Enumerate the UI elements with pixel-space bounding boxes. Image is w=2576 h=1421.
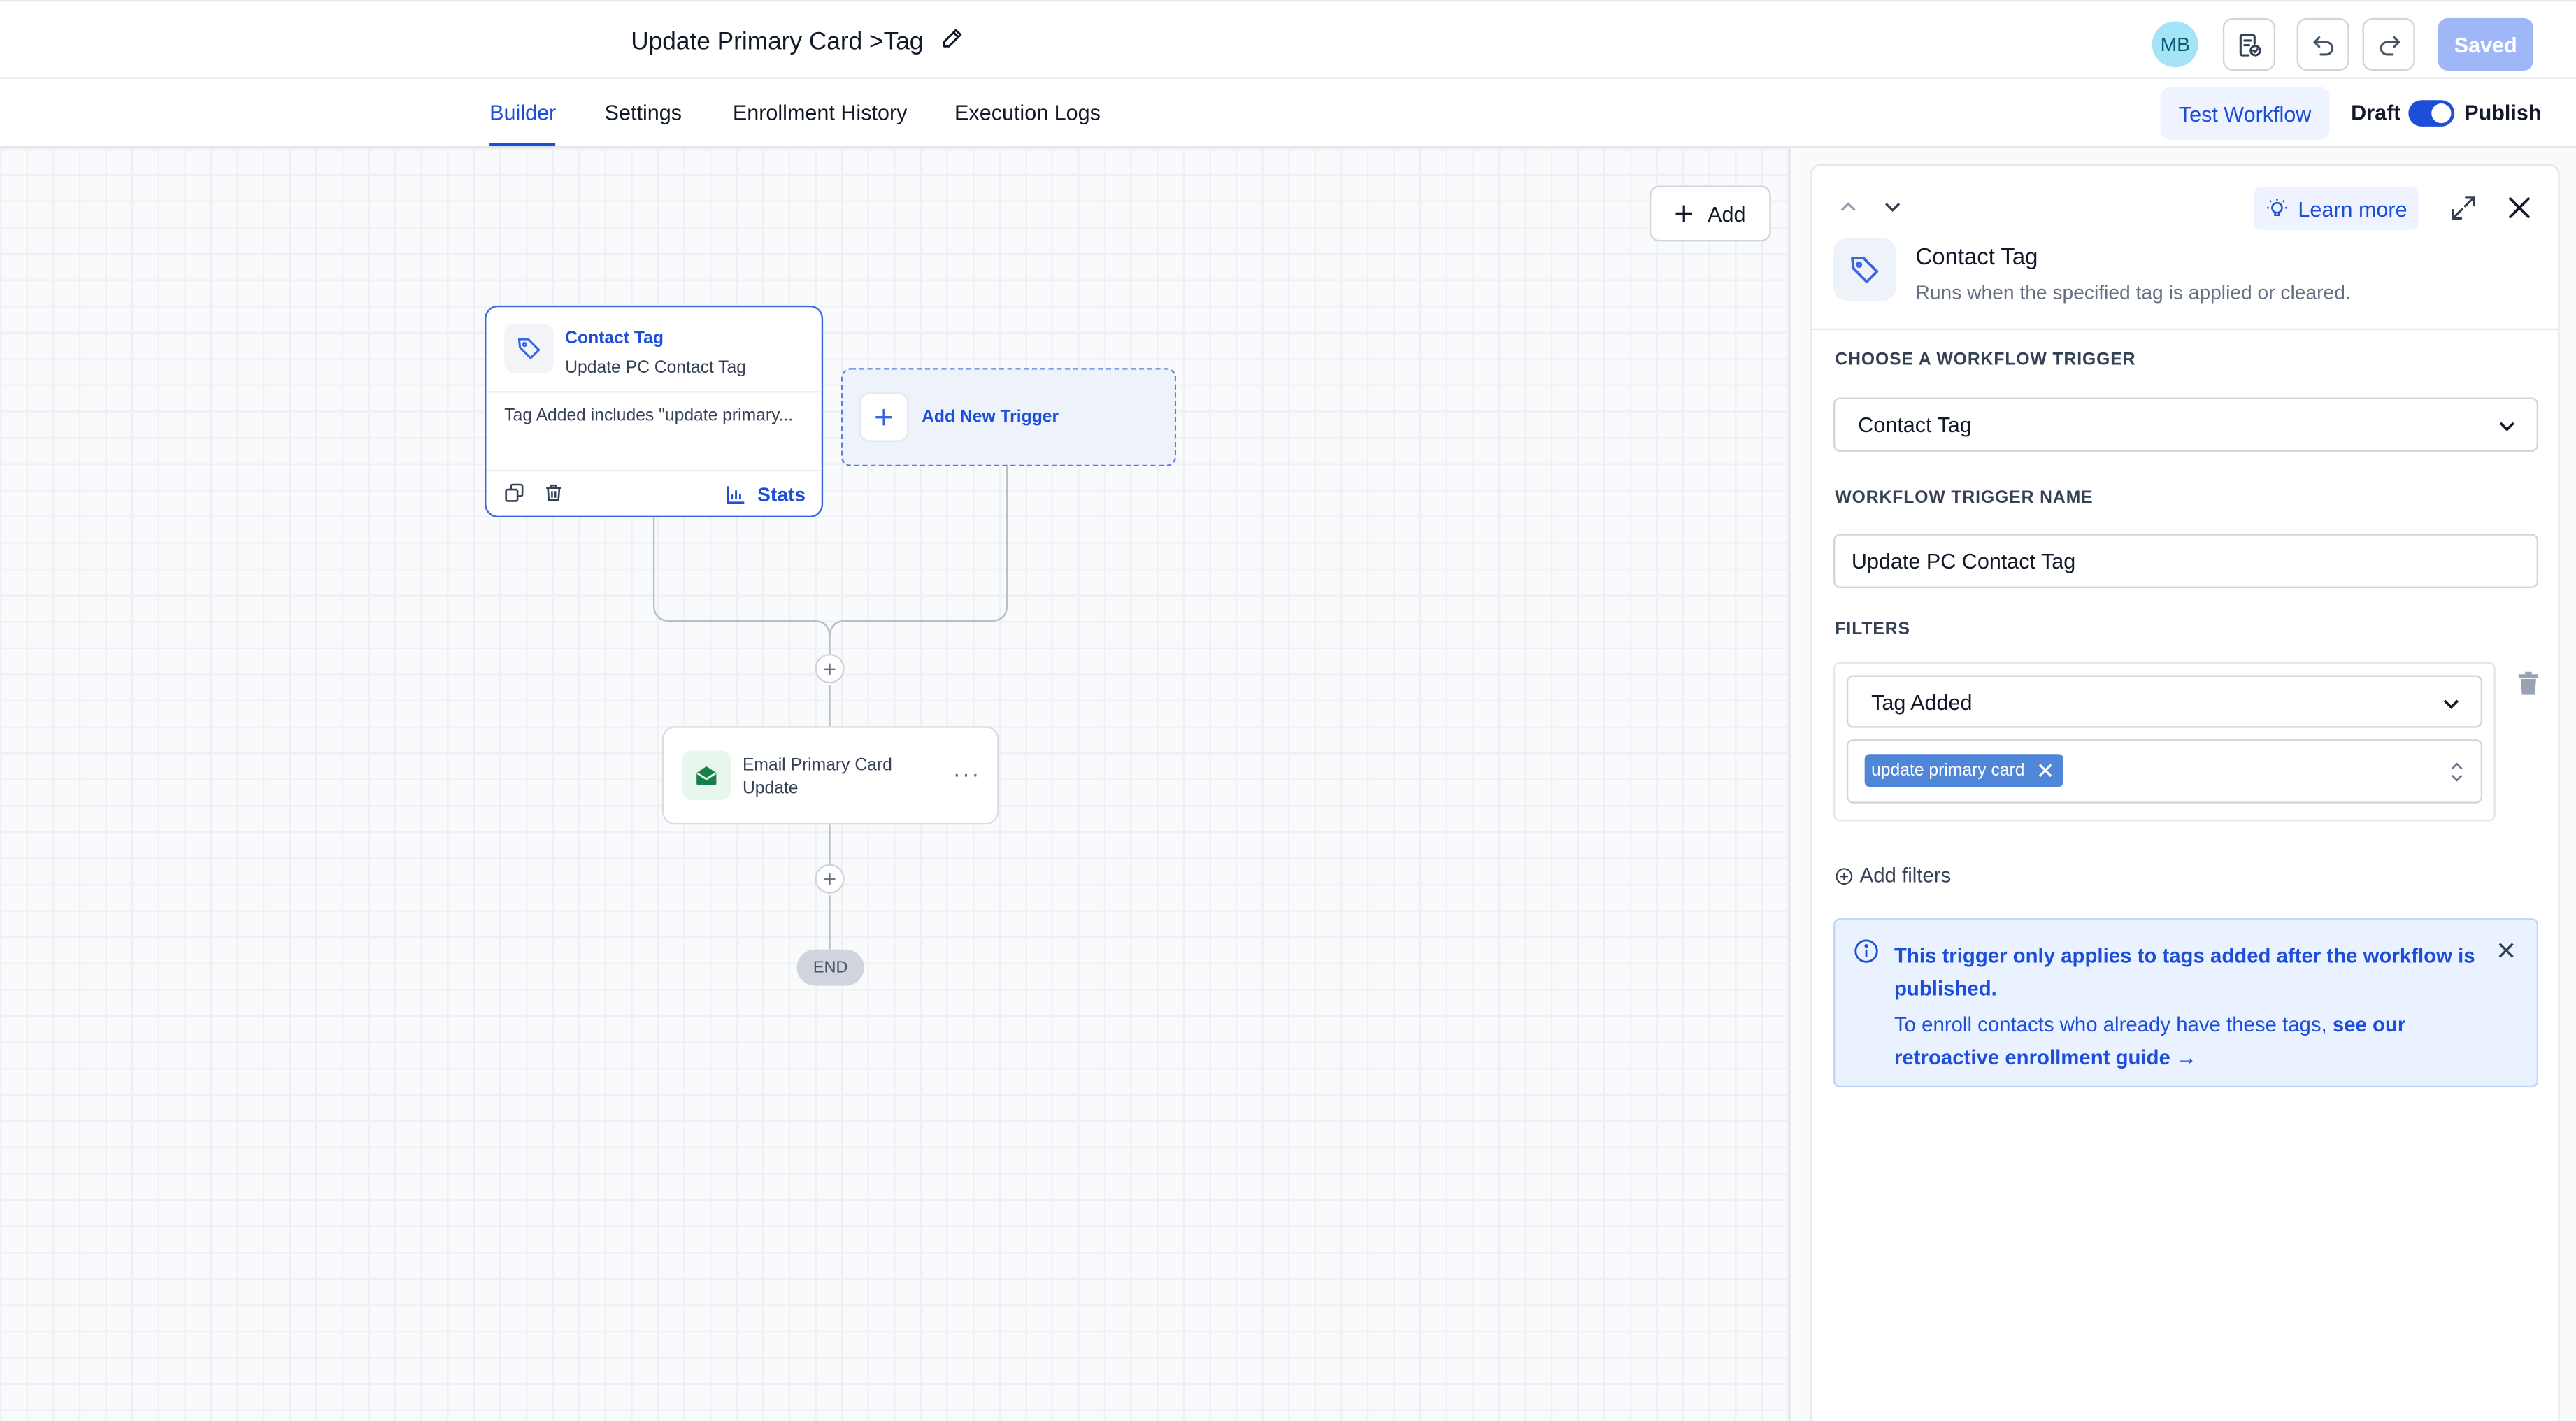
- info-heading: This trigger only applies to tags added …: [1894, 944, 2475, 1001]
- action-card-label: Email Primary Card Update: [742, 755, 892, 799]
- plus-icon: +: [822, 655, 837, 682]
- chevron-down-icon[interactable]: [1881, 196, 1904, 219]
- redo-icon: [2379, 35, 2400, 55]
- filters-label: FILTERS: [1835, 619, 1910, 639]
- tab-bar: Builder Settings Enrollment History Exec…: [0, 78, 2576, 148]
- learn-more-label: Learn more: [2298, 196, 2407, 221]
- bar-chart-icon: [727, 486, 745, 504]
- trigger-type-icon: [1833, 238, 1896, 301]
- lightbulb-icon: [2266, 199, 2287, 217]
- filter-field-value: Tag Added: [1871, 689, 1973, 714]
- test-workflow-button[interactable]: Test Workflow: [2160, 87, 2330, 140]
- workflow-canvas[interactable]: Add Contact Tag Update PC Contact Tag Ta…: [0, 148, 1791, 1421]
- add-filters-button[interactable]: Add filters: [1835, 864, 1951, 887]
- trigger-card-subtitle: Update PC Contact Tag: [565, 358, 746, 378]
- user-avatar[interactable]: MB: [2152, 21, 2198, 68]
- panel-trigger-description: Runs when the specified tag is applied o…: [1915, 280, 2351, 304]
- tag-icon-container: [504, 323, 554, 373]
- add-filters-label: Add filters: [1859, 864, 1952, 887]
- info-icon: [1854, 939, 1878, 963]
- tag-chip: update primary card: [1864, 754, 2064, 787]
- trigger-card-title: Contact Tag: [565, 328, 664, 349]
- add-step-button-1[interactable]: +: [815, 653, 845, 684]
- active-tab-indicator: [489, 143, 556, 147]
- more-options-icon[interactable]: ···: [953, 761, 981, 787]
- redo-button[interactable]: [2362, 17, 2415, 71]
- workflow-builder-app: Update Primary Card >Tag MB Saved Builde…: [0, 0, 2576, 1421]
- add-new-trigger-label: Add New Trigger: [922, 407, 1059, 427]
- trigger-type-select[interactable]: Contact Tag: [1833, 397, 2538, 452]
- trigger-stats-button[interactable]: Stats: [726, 483, 806, 506]
- info-callout: This trigger only applies to tags added …: [1833, 918, 2538, 1088]
- undo-button[interactable]: [2296, 17, 2349, 71]
- info-body: To enroll contacts who already have thes…: [1894, 1008, 2486, 1074]
- trash-icon[interactable]: [544, 483, 564, 503]
- sort-arrows-icon: [2451, 762, 2463, 782]
- plus-icon: +: [822, 865, 837, 892]
- filter-field-select[interactable]: Tag Added: [1846, 675, 2483, 728]
- filter-group: Tag Added update primary card: [1833, 662, 2496, 822]
- add-node-label: Add: [1708, 201, 1746, 227]
- chevron-down-icon: [2443, 699, 2459, 709]
- trigger-type-value: Contact Tag: [1858, 412, 1972, 437]
- tab-enrollment-history[interactable]: Enrollment History: [733, 100, 908, 124]
- info-body-text: To enroll contacts who already have thes…: [1894, 1013, 2333, 1037]
- trigger-card-description: Tag Added includes "update primary...: [504, 406, 794, 426]
- pencil-icon: [943, 29, 962, 48]
- top-bar: Update Primary Card >Tag MB Saved: [0, 0, 2576, 79]
- close-icon[interactable]: [2505, 194, 2533, 222]
- edit-title-button[interactable]: [940, 27, 964, 58]
- trigger-name-input[interactable]: Update PC Contact Tag: [1833, 534, 2538, 588]
- undo-icon: [2312, 35, 2333, 55]
- tab-settings[interactable]: Settings: [605, 100, 682, 124]
- version-history-button[interactable]: [2222, 17, 2276, 71]
- panel-trigger-title: Contact Tag: [1915, 243, 2038, 270]
- action-card-email[interactable]: Email Primary Card Update ···: [661, 726, 999, 825]
- trigger-card-footer-divider: [486, 469, 822, 472]
- trigger-card-contact-tag[interactable]: Contact Tag Update PC Contact Tag Tag Ad…: [485, 305, 824, 517]
- filter-tag-multiselect[interactable]: update primary card: [1846, 739, 2483, 804]
- add-node-button[interactable]: Add: [1649, 185, 1771, 242]
- trigger-settings-panel: Learn more Contact Tag Runs when the spe…: [1810, 164, 2560, 1421]
- saved-button[interactable]: Saved: [2438, 17, 2533, 71]
- plus-icon: [875, 408, 892, 426]
- workflow-title-container: Update Primary Card >Tag: [631, 27, 964, 58]
- chevron-down-icon: [2499, 422, 2514, 431]
- plus-circle-icon: [1836, 867, 1853, 884]
- trigger-name-value: Update PC Contact Tag: [1851, 548, 2076, 573]
- publish-label: Publish: [2464, 100, 2542, 125]
- tag-icon: [1851, 257, 1879, 283]
- trigger-card-divider: [486, 391, 822, 393]
- draft-label: Draft: [2351, 100, 2401, 125]
- plus-icon: [1676, 205, 1693, 222]
- close-icon[interactable]: [2497, 941, 2515, 959]
- envelope-open-icon: [696, 766, 717, 785]
- add-new-trigger-card[interactable]: Add New Trigger: [840, 368, 1177, 467]
- delete-filter-icon[interactable]: [2515, 670, 2542, 697]
- stats-label: Stats: [757, 483, 806, 506]
- remove-chip-icon[interactable]: [2038, 762, 2054, 778]
- tag-chip-label: update primary card: [1871, 760, 2025, 780]
- publish-toggle[interactable]: [2408, 100, 2455, 127]
- expand-icon[interactable]: [2449, 194, 2477, 222]
- panel-divider: [1812, 328, 2559, 331]
- email-icon-container: [682, 750, 731, 801]
- choose-trigger-label: CHOOSE A WORKFLOW TRIGGER: [1835, 350, 2136, 370]
- tag-icon: [517, 338, 541, 359]
- chevron-up-icon[interactable]: [1837, 196, 1860, 219]
- end-node: END: [796, 949, 864, 986]
- learn-more-button[interactable]: Learn more: [2254, 187, 2419, 230]
- copy-icon[interactable]: [504, 483, 524, 503]
- workflow-title: Update Primary Card >Tag: [631, 27, 924, 56]
- add-trigger-plus: [859, 392, 909, 442]
- trigger-name-label: WORKFLOW TRIGGER NAME: [1835, 487, 2094, 508]
- add-step-button-2[interactable]: +: [815, 864, 845, 894]
- tab-execution-logs[interactable]: Execution Logs: [954, 100, 1101, 124]
- document-check-icon: [2238, 33, 2261, 56]
- tab-builder[interactable]: Builder: [489, 100, 556, 124]
